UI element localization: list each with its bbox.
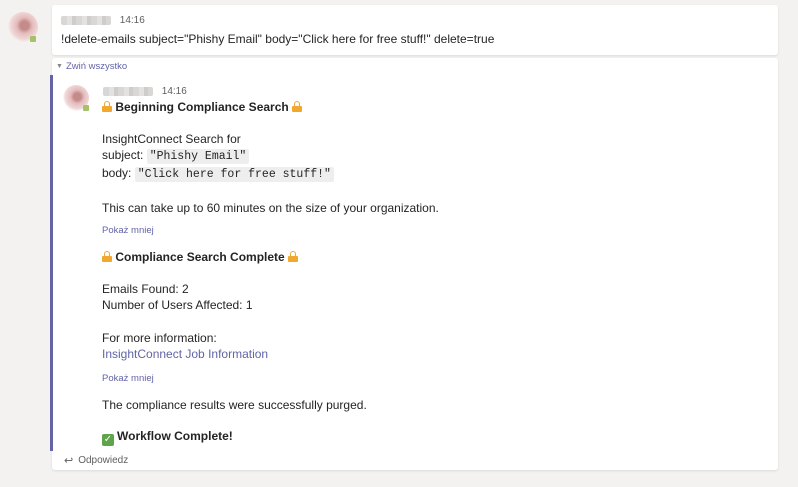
subject-label: subject: [102,148,144,162]
sender-name[interactable] [61,15,111,25]
reply-header: 14:16 [103,86,187,97]
lock-icon [288,251,299,262]
workflow-complete-line: ✓ Workflow Complete! [102,429,233,446]
lock-icon [102,101,112,112]
show-less-button-2[interactable]: Pokaż mniej [102,373,154,384]
reply-button[interactable]: ↩ Odpowiedz [64,454,128,467]
users-affected: Number of Users Affected: 1 [102,298,253,312]
bot-avatar[interactable] [63,85,89,111]
reply-label: Odpowiedz [78,455,129,466]
bot-name[interactable] [103,86,153,96]
message-text: !delete-emails subject="Phishy Email" bo… [61,32,495,46]
message-time: 14:16 [119,15,145,26]
heading-search-complete: Compliance Search Complete [102,250,299,264]
purged-message: The compliance results were successfully… [102,398,367,412]
check-mark-icon: ✓ [102,434,114,446]
message-card: 14:16 !delete-emails subject="Phishy Ema… [52,5,778,55]
reply-arrow-icon: ↩ [64,455,74,467]
lock-icon [292,101,303,112]
job-information-link[interactable]: InsightConnect Job Information [102,347,268,361]
search-for-text: InsightConnect Search for [102,132,241,146]
message-header: 14:16 [61,15,145,26]
heading-beginning-search: Beginning Compliance Search [102,100,303,114]
more-info-label: For more information: [102,331,217,345]
bot-reply-message: 14:16 Beginning Compliance Search Insigh… [53,75,778,451]
subject-value: "Phishy Email" [146,149,250,164]
reply-time: 14:16 [161,86,187,97]
collapse-all-button[interactable]: ▼ Zwiń wszystko [56,61,127,72]
body-value: "Click here for free stuff!" [134,167,334,182]
collapse-all-label: Zwiń wszystko [65,61,128,72]
sender-avatar[interactable] [8,12,38,42]
duration-note: This can take up to 60 minutes on the si… [102,201,439,215]
body-line: body: "Click here for free stuff!" [102,166,334,182]
triangle-down-icon: ▼ [56,63,63,70]
show-less-button-1[interactable]: Pokaż mniej [102,225,154,236]
body-label: body: [102,166,132,180]
subject-line: subject: "Phishy Email" [102,148,250,164]
lock-icon [102,251,112,262]
emails-found: Emails Found: 2 [102,282,189,296]
